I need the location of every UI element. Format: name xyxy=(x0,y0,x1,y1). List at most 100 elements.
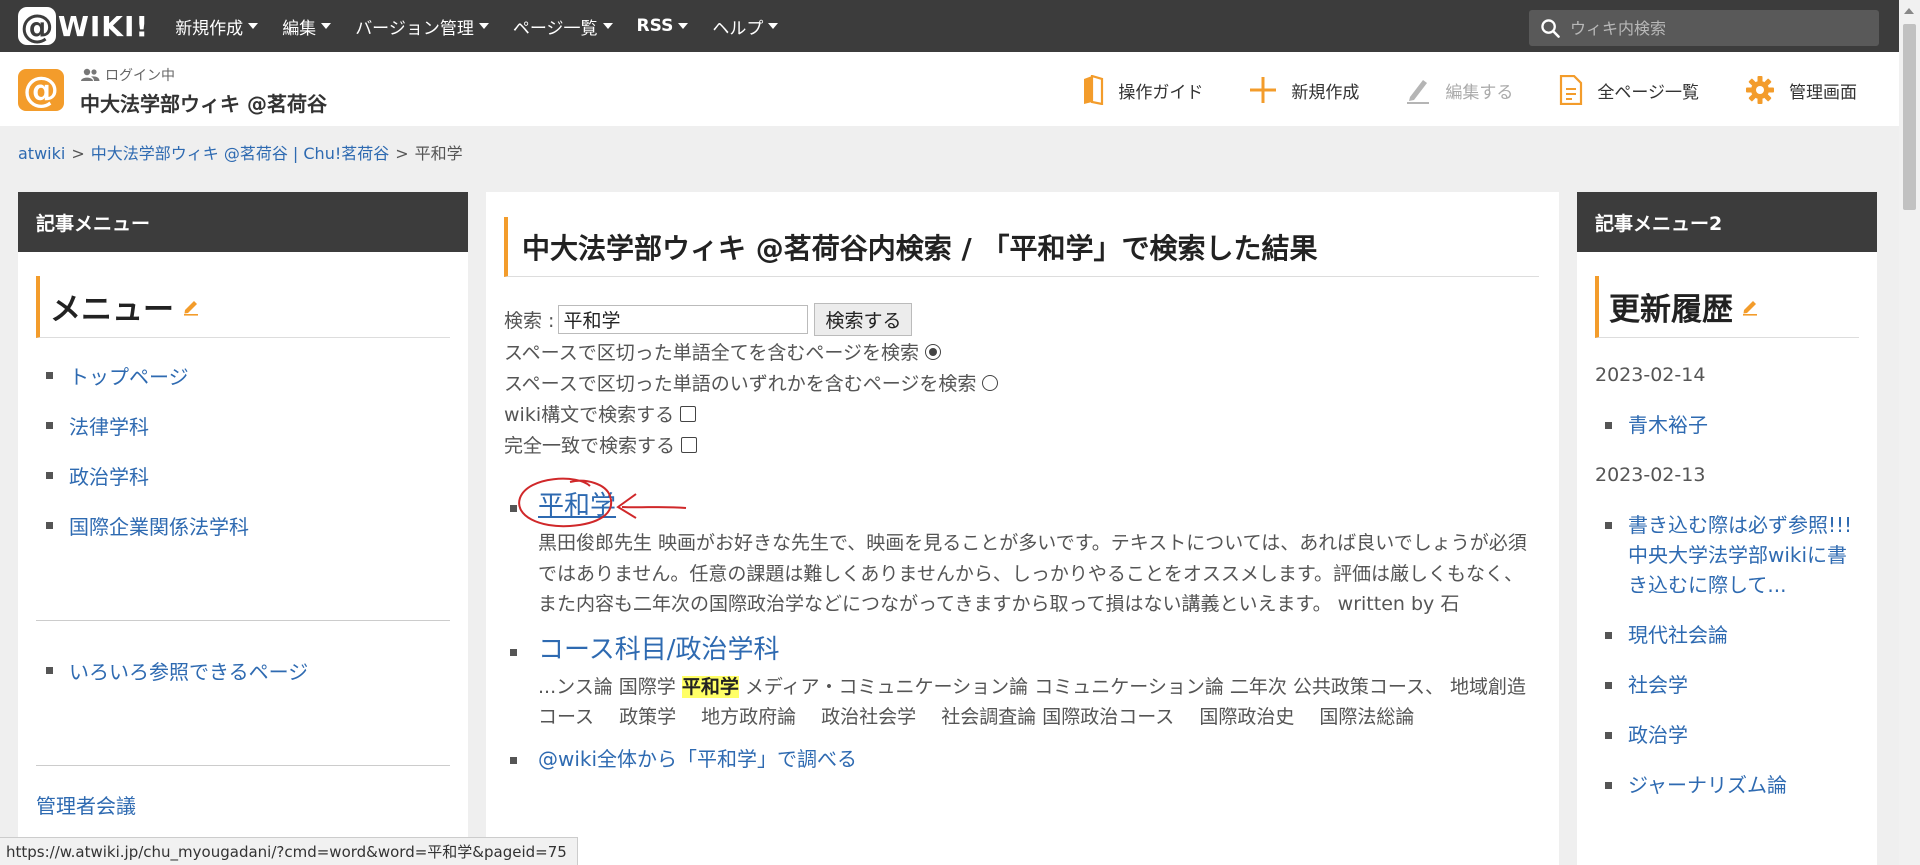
option-exact-checkbox[interactable] xyxy=(681,436,698,453)
history-link[interactable]: 政治学 xyxy=(1628,720,1688,750)
nav-pages[interactable]: ページ一覧 xyxy=(513,14,613,39)
site-at-icon[interactable]: @ xyxy=(18,69,64,111)
atwiki-wide-search-link[interactable]: @wiki全体から「平和学」で調べる xyxy=(538,741,857,777)
search-form: 検索 : 検索する スペースで区切った単語全てを含むページを検索 スペースで区切… xyxy=(504,302,999,460)
menu-item: いろいろ参照できるページ xyxy=(46,645,450,695)
breadcrumb-current: 平和学 xyxy=(414,144,463,163)
edit-page-button[interactable]: 編集する xyxy=(1405,76,1513,104)
search-result: 平和学 黒田俊郎先生 映画がお好きな先生で、映画を見ることが多いです。テキストに… xyxy=(510,484,1540,620)
left-sidebar: 記事メニュー メニュー トップページ 法律学科 政治学科 国際企業関係法学科 い… xyxy=(18,192,468,865)
option-exact-label: 完全一致で検索する xyxy=(504,435,676,457)
option-wiki-checkbox[interactable] xyxy=(680,405,697,422)
search-result: コース科目/政治学科 ...ンス論 国際学 平和学 メディア・コミュニケーション… xyxy=(510,628,1540,733)
bullet-icon xyxy=(510,756,517,764)
scroll-thumb[interactable] xyxy=(1903,24,1916,210)
bullet-icon xyxy=(46,371,53,379)
option-all-label: スペースで区切った単語全てを含むページを検索 xyxy=(504,342,919,364)
option-wiki-row: wiki構文で検索する xyxy=(504,398,998,429)
history-link[interactable]: 社会学 xyxy=(1628,670,1688,700)
history-link[interactable]: 現代社会論 xyxy=(1628,620,1728,650)
bullet-icon xyxy=(1605,422,1612,429)
result-snippet: ...ンス論 国際学 平和学 メディア・コミュニケーション論 コミュニケーション… xyxy=(538,672,1540,733)
logo-text: WIKI! xyxy=(58,9,150,43)
atwiki-logo[interactable]: @ WIKI! xyxy=(18,7,149,45)
all-pages-label: 全ページ一覧 xyxy=(1597,82,1699,103)
caret-down-icon xyxy=(478,23,489,29)
nav-help[interactable]: ヘルプ xyxy=(712,14,779,39)
caret-down-icon xyxy=(768,23,779,29)
edit-pencil-icon[interactable] xyxy=(182,298,200,316)
guide-book-icon xyxy=(1082,75,1104,105)
new-page-button[interactable]: 新規作成 xyxy=(1249,76,1359,104)
history-list: 書き込む際は必ず参照!!! 中央大学法学部wikiに書き込むに際して... 現代… xyxy=(1605,500,1859,810)
bullet-icon xyxy=(510,505,517,512)
menu-item: 国際企業関係法学科 xyxy=(46,500,450,550)
bullet-icon xyxy=(510,648,517,656)
wiki-search-input[interactable] xyxy=(1570,18,1860,38)
nav-rss[interactable]: RSS xyxy=(637,16,689,36)
nav-new[interactable]: 新規作成 xyxy=(175,14,259,39)
history-heading: 更新履歴 xyxy=(1595,276,1859,338)
users-icon xyxy=(81,68,100,81)
wiki-search xyxy=(1529,10,1879,46)
menu-item: 政治学科 xyxy=(46,450,450,500)
option-any-radio[interactable] xyxy=(982,374,999,391)
snippet-text: ...ンス論 国際学 xyxy=(538,675,682,698)
nav-edit[interactable]: 編集 xyxy=(282,14,332,39)
nav-version[interactable]: バージョン管理 xyxy=(355,14,489,39)
search-icon[interactable] xyxy=(1541,18,1560,38)
caret-down-icon xyxy=(678,23,689,29)
all-pages-button[interactable]: 全ページ一覧 xyxy=(1559,75,1699,105)
guide-button[interactable]: 操作ガイド xyxy=(1082,75,1203,105)
history-link[interactable]: 書き込む際は必ず参照!!! 中央大学法学部wikiに書き込むに際して... xyxy=(1628,510,1859,600)
nav-rss-label: RSS xyxy=(636,16,674,36)
history-link[interactable]: 青木裕子 xyxy=(1628,410,1708,440)
history-item: 書き込む際は必ず参照!!! 中央大学法学部wikiに書き込むに際して... xyxy=(1605,500,1859,610)
menu-item-intl-business[interactable]: 国際企業関係法学科 xyxy=(69,511,249,540)
edit-pencil-icon[interactable] xyxy=(1741,298,1759,316)
history-item: ジャーナリズム論 xyxy=(1605,760,1859,810)
gear-icon xyxy=(1745,75,1775,105)
menu-item-references[interactable]: いろいろ参照できるページ xyxy=(69,656,308,685)
admin-button[interactable]: 管理画面 xyxy=(1745,75,1857,105)
admin-meeting-wrap: 管理者会議 xyxy=(36,790,450,819)
bullet-icon xyxy=(46,666,53,674)
site-title[interactable]: 中大法学部ウィキ @茗荷谷 xyxy=(80,88,327,117)
history-date: 2023-02-13 xyxy=(1595,464,1706,486)
history-link[interactable]: ジャーナリズム論 xyxy=(1628,770,1787,800)
search-input[interactable] xyxy=(558,304,809,334)
option-wiki-label: wiki構文で検索する xyxy=(504,404,675,426)
option-exact-row: 完全一致で検索する xyxy=(504,429,998,460)
option-all-row: スペースで区切った単語全てを含むページを検索 xyxy=(504,336,998,367)
history-item: 政治学 xyxy=(1605,710,1859,760)
nav-version-label: バージョン管理 xyxy=(355,18,474,39)
option-all-radio[interactable] xyxy=(924,343,941,360)
search-result: @wiki全体から「平和学」で調べる xyxy=(510,741,1540,777)
search-button[interactable]: 検索する xyxy=(814,302,913,336)
breadcrumb-root[interactable]: atwiki xyxy=(18,144,65,163)
menu-item-top[interactable]: トップページ xyxy=(69,361,189,390)
search-row: 検索 : 検索する xyxy=(504,302,998,336)
page-scrollbar[interactable] xyxy=(1899,0,1920,865)
scroll-up-arrow-icon[interactable] xyxy=(1904,8,1914,14)
nav-pages-label: ページ一覧 xyxy=(512,18,598,39)
option-any-row: スペースで区切った単語のいずれかを含むページを検索 xyxy=(504,367,999,398)
divider xyxy=(36,765,450,766)
right-sidebar-header: 記事メニュー2 xyxy=(1577,192,1877,252)
result-title-link[interactable]: 平和学 xyxy=(538,484,616,528)
main-content: 中大法学部ウィキ @茗荷谷内検索 / 「平和学」で検索した結果 検索 : 検索す… xyxy=(486,192,1559,865)
result-title-link[interactable]: コース科目/政治学科 xyxy=(538,628,779,672)
guide-label: 操作ガイド xyxy=(1118,82,1204,103)
admin-meeting-link[interactable]: 管理者会議 xyxy=(36,794,136,818)
menu-item-politics[interactable]: 政治学科 xyxy=(69,461,149,490)
menu-item: 法律学科 xyxy=(46,400,450,450)
menu-item-law[interactable]: 法律学科 xyxy=(69,411,149,440)
breadcrumb-site[interactable]: 中大法学部ウィキ @茗荷谷 | Chu!茗荷谷 xyxy=(91,144,390,163)
menu-heading-text: メニュー xyxy=(50,292,174,328)
result-snippet: 黒田俊郎先生 映画がお好きな先生で、映画を見ることが多いです。テキストについては… xyxy=(538,532,1527,615)
breadcrumb-separator: > xyxy=(395,144,409,163)
at-mark-icon: @ xyxy=(18,7,56,45)
caret-down-icon xyxy=(248,23,259,29)
plus-icon xyxy=(1249,76,1277,104)
history-list: 青木裕子 xyxy=(1605,400,1859,450)
